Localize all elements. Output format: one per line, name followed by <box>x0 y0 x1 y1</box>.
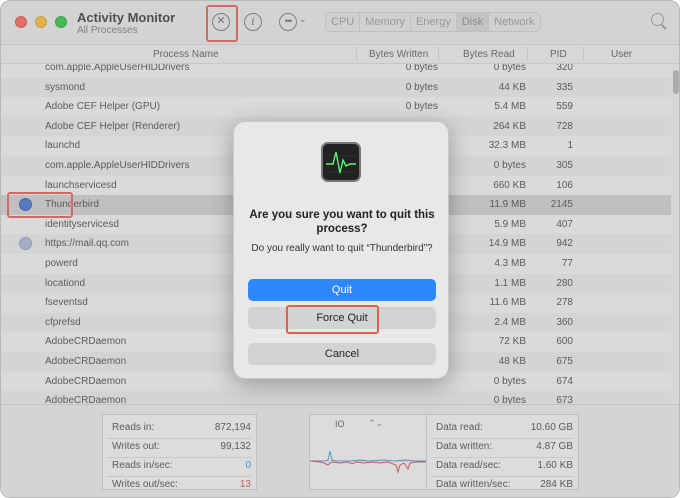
dialog-title: Are you sure you want to quit this proce… <box>249 209 435 235</box>
highlight-box <box>286 305 379 334</box>
cancel-button[interactable]: Cancel <box>248 343 436 365</box>
dialog-message: Do you really want to quit “Thunderbird”… <box>251 243 433 254</box>
quit-button[interactable]: Quit <box>248 279 436 301</box>
quit-process-dialog: Are you sure you want to quit this proce… <box>233 121 449 379</box>
activity-monitor-icon <box>321 142 361 182</box>
activity-monitor-window: Activity Monitor All Processes ✕ i ••• ⌄… <box>0 0 680 498</box>
